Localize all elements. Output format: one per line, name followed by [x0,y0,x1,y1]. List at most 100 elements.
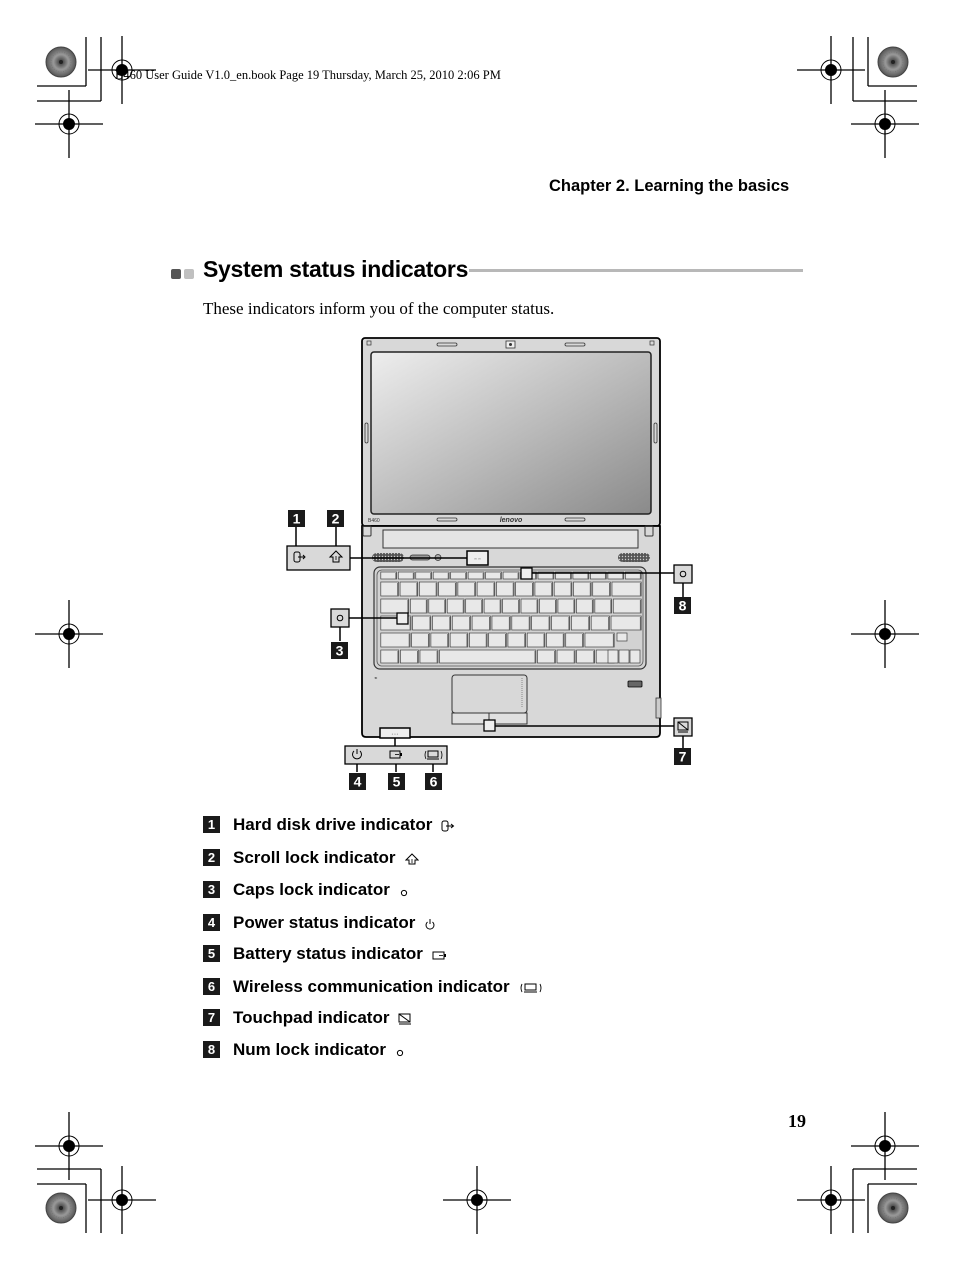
section-rule [469,269,803,272]
key [471,615,491,631]
callout-number: 1 [293,511,301,527]
callout-number: 2 [332,511,340,527]
crosshair-mark [850,89,920,159]
running-head: Chapter 2. Learning the basics [549,177,790,195]
starburst-mark [45,1192,77,1224]
legend-label: Scroll lock indicator [233,848,396,867]
number-badge: 1 [203,816,220,833]
callout-number: 6 [430,774,438,790]
section-title: System status indicators [203,256,469,282]
number-badge: 8 [203,1041,220,1058]
crosshair-mark [850,1111,920,1181]
key [612,598,642,614]
key [491,615,511,631]
svg-text:▫ ▫ ▫: ▫ ▫ ▫ [392,732,399,737]
svg-text:▫▸: ▫▸ [374,675,377,680]
callout-number: 8 [679,598,687,614]
key [399,581,419,597]
legend-label: Caps lock indicator [233,880,390,899]
key [469,632,488,648]
key [412,615,432,631]
key [551,615,571,631]
starburst-mark [45,46,77,78]
key [419,649,439,664]
arrow-key [616,632,628,642]
bullet-dark [171,269,181,279]
key [432,571,450,580]
key [507,632,526,648]
key [496,581,515,597]
crosshair-mark [442,1165,512,1235]
key [457,581,476,597]
key [380,649,400,664]
callout-box-3 [330,608,350,628]
key [415,571,432,580]
model-label: B460 [368,518,380,524]
number-badge: 6 [203,978,220,995]
key [380,581,399,597]
number-badge: 7 [203,1009,220,1026]
number-badge: 4 [203,914,220,931]
callout-box-7 [673,717,693,737]
legend-item: 7 Touchpad indicator [203,1008,412,1030]
key [483,598,502,614]
key [449,632,469,648]
crosshair-mark [34,599,104,669]
key [556,649,576,664]
bullet-light [184,269,194,279]
key [428,598,446,614]
callout-box-1-2 [286,545,351,571]
legend-item: 8 Num lock indicator [203,1040,404,1062]
key [592,581,611,597]
starburst-mark [877,46,909,78]
key [590,615,610,631]
legend-item: 4 Power status indicator [203,913,435,935]
key [584,632,615,648]
lenovo-logo: lenovo [500,517,523,524]
key [546,632,565,648]
key [400,649,419,664]
key [531,615,551,631]
key [576,649,595,664]
svg-text:▫▫ ▫▫: ▫▫ ▫▫ [474,556,481,561]
number-badge: 2 [203,849,220,866]
touchpad [451,674,528,714]
key [409,598,428,614]
key [438,581,457,597]
key [553,581,573,597]
indicator-legend: 1 Hard disk drive indicator 2 Scroll loc… [203,815,703,1075]
caps-lock-icon [400,889,407,896]
key [485,571,502,580]
key [594,598,613,614]
key [430,632,449,648]
laptop-lid: B460 lenovo [361,337,661,527]
legend-label: Battery status indicator [233,944,423,963]
key [576,598,594,614]
page-number: 19 [788,1111,806,1131]
num-lock-icon [396,1049,404,1056]
key [565,632,584,648]
callout-number: 3 [336,643,344,659]
legend-item: 2 Scroll lock indicator [203,848,419,870]
crosshair-mark [850,599,920,669]
key [511,615,531,631]
arrow-key [629,649,641,664]
fingerprint-reader [627,680,643,688]
power-icon [425,918,435,930]
legend-label: Num lock indicator [233,1040,387,1059]
key [439,649,537,664]
key [380,598,410,614]
arrow-key [607,649,619,664]
key [418,581,438,597]
number-badge: 5 [203,945,220,962]
section-bullets [171,266,197,284]
arrow-key [618,649,630,664]
starburst-mark [877,1192,909,1224]
crosshair-mark [34,89,104,159]
legend-label: Touchpad indicator [233,1008,390,1027]
hard-disk-icon [441,820,455,832]
key [488,632,507,648]
callout-box-4-5-6 [344,745,448,765]
speaker-grill-right [618,553,650,562]
print-header: B460 User Guide V1.0_en.book Page 19 Thu… [115,68,501,82]
